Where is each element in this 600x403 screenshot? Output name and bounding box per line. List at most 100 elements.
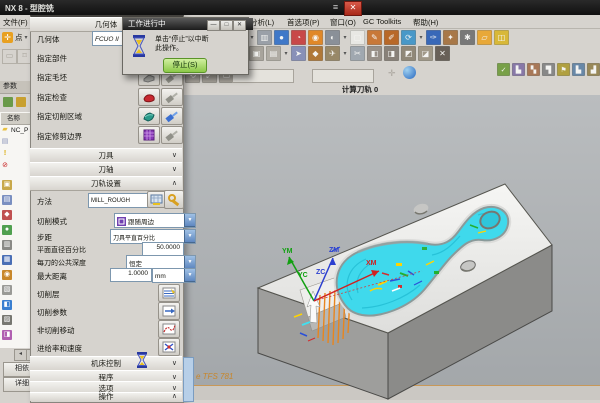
close-icon[interactable]: ✕ — [233, 20, 246, 31]
toolbar-icon[interactable]: ✐ — [384, 30, 399, 45]
view-combo-2[interactable] — [312, 69, 374, 83]
toolbar-icon[interactable]: ✑ — [426, 30, 441, 45]
toolbar-icon[interactable]: ◨ — [384, 46, 399, 61]
sphere-icon[interactable] — [403, 66, 416, 79]
toolbar-icon[interactable]: ✕ — [435, 46, 450, 61]
resource-tab-icon[interactable]: ▣ — [2, 180, 12, 190]
menu-help[interactable]: 帮助(H) — [413, 17, 438, 28]
toolbar-icon[interactable]: ✱ — [460, 30, 475, 45]
toolbar-icon[interactable]: ▣ — [249, 46, 264, 61]
toolbar-icon[interactable]: ◧ — [367, 46, 382, 61]
toolbar-icon[interactable]: ⚑ — [557, 63, 570, 76]
toolbar-icon[interactable]: ▚ — [527, 63, 540, 76]
non-cut-moves-button[interactable] — [158, 320, 180, 338]
select-check-button[interactable] — [138, 88, 160, 106]
max-dist-unit-combo[interactable]: mm ▼ — [152, 268, 196, 283]
maximize-icon[interactable]: □ — [220, 20, 233, 31]
specify-part-label: 指定部件 — [37, 53, 67, 64]
flashlight-icon-button[interactable] — [161, 88, 183, 106]
graphics-viewport[interactable]: e TFS 781 — [182, 95, 600, 400]
toolbar-icon[interactable]: ✂ — [350, 46, 365, 61]
calc-toolpath-status: 计算刀轨 0 — [290, 84, 430, 95]
cut-params-button[interactable] — [158, 302, 180, 320]
toolbar-icon[interactable]: ▟ — [587, 63, 600, 76]
wrench-icon-button[interactable] — [164, 190, 184, 209]
resource-tab-icon[interactable]: ▧ — [2, 285, 12, 295]
menu-analysis[interactable]: 分析(L) — [250, 17, 274, 28]
resource-tab-icon[interactable]: ◧ — [2, 300, 12, 310]
dropdown-arrow-icon[interactable]: ▼ — [184, 229, 196, 243]
caret-icon[interactable]: ▾ — [418, 31, 424, 44]
dim-tool-icon[interactable]: ▭ — [2, 49, 17, 64]
cut-mode-combo[interactable]: 跟随周边 ▼ — [114, 213, 196, 228]
resource-tab-icon[interactable]: ◉ — [2, 270, 12, 280]
toolbar-icon[interactable]: ✎ — [367, 30, 382, 45]
menu-preferences[interactable]: 首选项(P) — [287, 17, 320, 28]
caret-icon[interactable]: ▾ — [249, 31, 255, 44]
percent-input[interactable]: 50.0000 — [142, 242, 184, 256]
resource-tab-icon[interactable]: ◆ — [2, 210, 12, 220]
resource-tab-icon[interactable]: ▦ — [2, 255, 12, 265]
toolbar-icon[interactable]: ⟳ — [401, 30, 416, 45]
toolbar-icon[interactable]: ✦ — [443, 30, 458, 45]
close-icon[interactable]: ✕ — [344, 1, 362, 16]
fit-view-icon[interactable]: ✛ — [388, 68, 396, 79]
toolbar-icon[interactable]: ◉ — [308, 30, 323, 45]
tree-item[interactable]: ▤ — [1, 138, 9, 146]
tree-item-nc-program[interactable]: ▰ NC_P — [1, 126, 28, 134]
menu-file[interactable]: 文件(F) — [3, 17, 28, 28]
dialog-scrollbar[interactable] — [183, 357, 194, 402]
toolbar-icon[interactable]: ◪ — [418, 46, 433, 61]
toolbar-icon[interactable]: ▙ — [572, 63, 585, 76]
toolbar-icon[interactable]: ◐ — [325, 30, 340, 45]
point-icon: ✛ — [2, 32, 13, 43]
stop-button[interactable]: 停止(S) — [163, 58, 207, 73]
resource-tab-icon[interactable]: ◨ — [2, 330, 12, 340]
caret-icon[interactable]: ▾ — [342, 47, 348, 60]
toolbar-icon[interactable]: ✈ — [325, 46, 340, 61]
minimize-icon[interactable]: — — [207, 20, 220, 31]
toolbar-icon[interactable]: ▱ — [477, 30, 492, 45]
menu-window[interactable]: 窗口(O) — [330, 17, 356, 28]
section-machine-control[interactable]: 机床控制 ∨ — [30, 356, 182, 371]
toolbar-icon[interactable]: ▢ — [350, 30, 365, 45]
tree-item[interactable]: ⊘ — [1, 162, 9, 170]
toolbar-icon[interactable]: ● — [274, 30, 289, 45]
caret-icon[interactable]: ▾ — [342, 31, 348, 44]
feeds-speeds-button[interactable] — [158, 338, 180, 356]
toolbar-icon[interactable]: ◫ — [494, 30, 509, 45]
dropdown-arrow-icon[interactable]: ▼ — [184, 213, 196, 227]
toolbar-icon[interactable]: ▙ — [512, 63, 525, 76]
cut-levels-button[interactable] — [158, 284, 180, 302]
toolbar-icon[interactable]: ▜ — [542, 63, 555, 76]
nav-tool-icon[interactable] — [3, 97, 13, 107]
flashlight-icon-button[interactable] — [161, 126, 183, 144]
section-path-settings[interactable]: 刀轨设置 ∧ — [30, 176, 182, 191]
toolbar-icon[interactable]: ◩ — [401, 46, 416, 61]
axis-label-yc: YC — [298, 272, 308, 279]
tree-item[interactable]: ! — [1, 150, 9, 158]
section-tool[interactable]: 刀具 ∨ — [30, 148, 182, 163]
max-dist-input[interactable]: 1.0000 — [110, 268, 152, 282]
resource-tab-icon[interactable]: ▤ — [2, 195, 12, 205]
resource-tab-icon[interactable]: ▨ — [2, 315, 12, 325]
flashlight-icon-button-active[interactable] — [161, 107, 183, 125]
toolbar-icon[interactable]: ◔ — [291, 30, 306, 45]
point-tool-button[interactable]: ✛ 点 ▾ — [2, 30, 28, 44]
caret-icon[interactable]: ▾ — [283, 47, 289, 60]
resource-tab-icon[interactable]: ● — [2, 225, 12, 235]
select-trim-button[interactable] — [138, 126, 160, 144]
toolbar-icon[interactable]: ✓ — [497, 63, 510, 76]
nav-tool-icon[interactable] — [16, 97, 26, 107]
toolbar-icon[interactable]: ▤ — [266, 46, 281, 61]
window-menu-icon[interactable]: ≡ — [329, 2, 342, 13]
toolbar-icon[interactable]: ▥ — [257, 30, 272, 45]
toolbar-icon[interactable]: ◆ — [308, 46, 323, 61]
select-cut-area-button[interactable] — [138, 107, 160, 125]
menu-gc-toolkits[interactable]: GC Toolkits — [363, 17, 401, 26]
section-tool-axis[interactable]: 刀轴 ∨ — [30, 162, 182, 177]
toolbar-icon[interactable]: ➤ — [291, 46, 306, 61]
dropdown-arrow-icon[interactable]: ▼ — [184, 268, 196, 282]
resource-tab-icon[interactable]: ▥ — [2, 240, 12, 250]
dropdown-arrow-icon[interactable]: ▼ — [184, 255, 196, 269]
